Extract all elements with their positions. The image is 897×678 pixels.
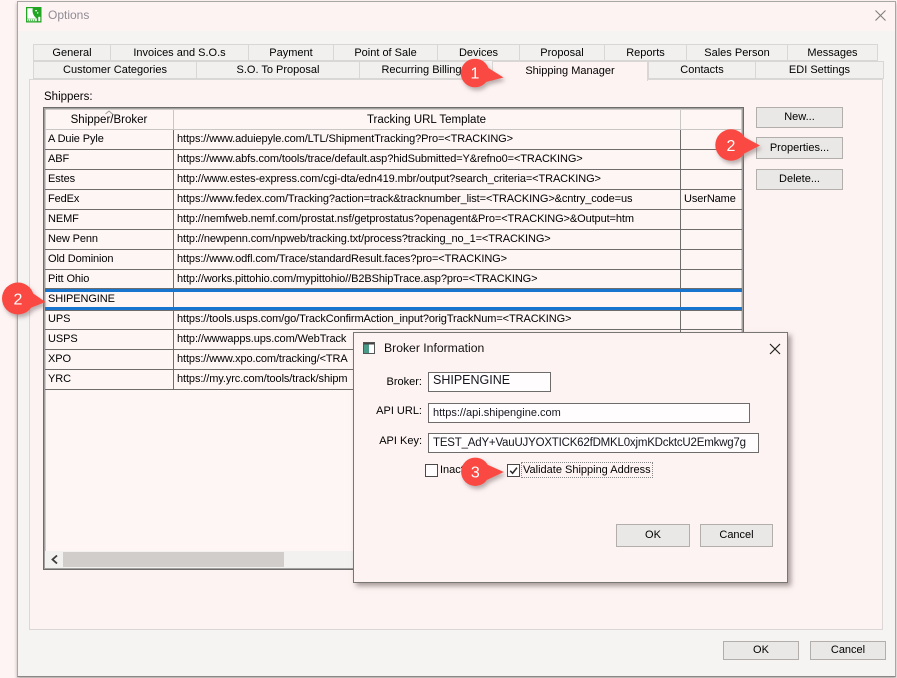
svg-text:2: 2 <box>14 291 23 308</box>
svg-text:2: 2 <box>727 138 736 155</box>
svg-text:1: 1 <box>471 66 480 83</box>
svg-text:3: 3 <box>471 464 480 481</box>
